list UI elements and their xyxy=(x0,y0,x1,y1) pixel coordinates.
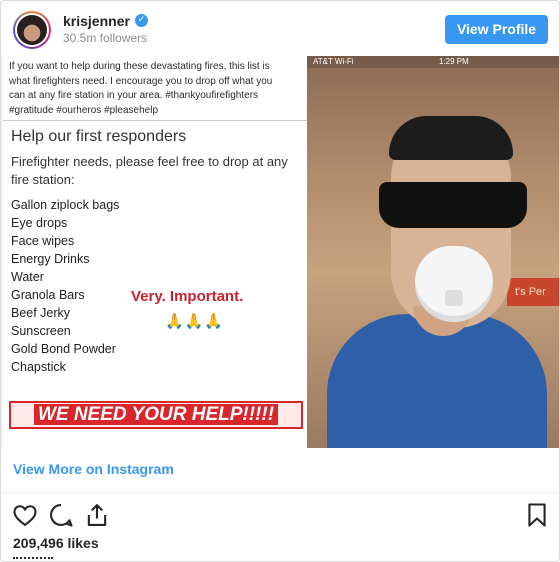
list-item: Gold Bond Powder xyxy=(11,342,116,356)
username-link[interactable]: krisjenner xyxy=(63,13,130,29)
list-item: Beef Jerky xyxy=(11,306,71,320)
avatar-image xyxy=(17,15,47,45)
screenshot-panel: If you want to help during these devasta… xyxy=(3,56,307,448)
list-item: Face wipes xyxy=(11,234,75,248)
selfie-photo: AT&T Wi-Fi 1:29 PM t's Per xyxy=(307,56,559,448)
action-bar xyxy=(1,497,559,533)
clock-label: 1:29 PM xyxy=(439,57,469,66)
instagram-embed-card: krisjenner ✓ 30.5m followers View Profil… xyxy=(0,0,560,562)
mask-valve xyxy=(445,290,463,306)
wall-sign: t's Per xyxy=(507,278,559,306)
face-mask xyxy=(415,246,493,322)
comment-icon[interactable] xyxy=(47,501,75,529)
screenshot-caption: If you want to help during these devasta… xyxy=(9,61,273,116)
list-item: Chapstick xyxy=(11,360,66,374)
heart-icon[interactable] xyxy=(11,501,39,529)
headband xyxy=(389,116,513,160)
divider xyxy=(1,492,559,493)
carrier-label: AT&T Wi-Fi xyxy=(313,57,354,66)
praying-hands-icon: 🙏🙏🙏 xyxy=(165,312,225,330)
important-note: Very. Important. xyxy=(131,288,244,305)
list-item: Sunscreen xyxy=(11,324,71,338)
phone-status-bar: AT&T Wi-Fi 1:29 PM xyxy=(307,56,559,68)
share-icon[interactable] xyxy=(83,501,111,529)
verified-check-icon: ✓ xyxy=(135,14,148,27)
post-media[interactable]: If you want to help during these devasta… xyxy=(1,56,559,448)
truncated-text xyxy=(13,557,53,561)
sunglasses xyxy=(379,182,527,228)
likes-count: 209,496 likes xyxy=(13,535,99,551)
post-header: krisjenner ✓ 30.5m followers View Profil… xyxy=(1,1,559,57)
needs-list: Gallon ziplock bags Eye drops Face wipes… xyxy=(11,196,119,376)
list-item: Gallon ziplock bags xyxy=(11,198,120,212)
divider xyxy=(3,120,307,121)
list-item: Energy Drinks xyxy=(11,252,90,266)
bookmark-icon[interactable] xyxy=(523,501,551,529)
help-title: Help our first responders xyxy=(11,128,187,145)
list-item: Granola Bars xyxy=(11,288,85,302)
avatar[interactable] xyxy=(13,11,51,49)
followers-count: 30.5m followers xyxy=(63,31,148,45)
view-profile-button[interactable]: View Profile xyxy=(445,15,548,44)
list-item: Water xyxy=(11,270,44,284)
view-more-link[interactable]: View More on Instagram xyxy=(13,461,174,477)
help-banner: WE NEED YOUR HELP!!!!! xyxy=(9,401,303,429)
help-subtitle: Firefighter needs, please feel free to d… xyxy=(11,154,288,187)
list-item: Eye drops xyxy=(11,216,68,230)
